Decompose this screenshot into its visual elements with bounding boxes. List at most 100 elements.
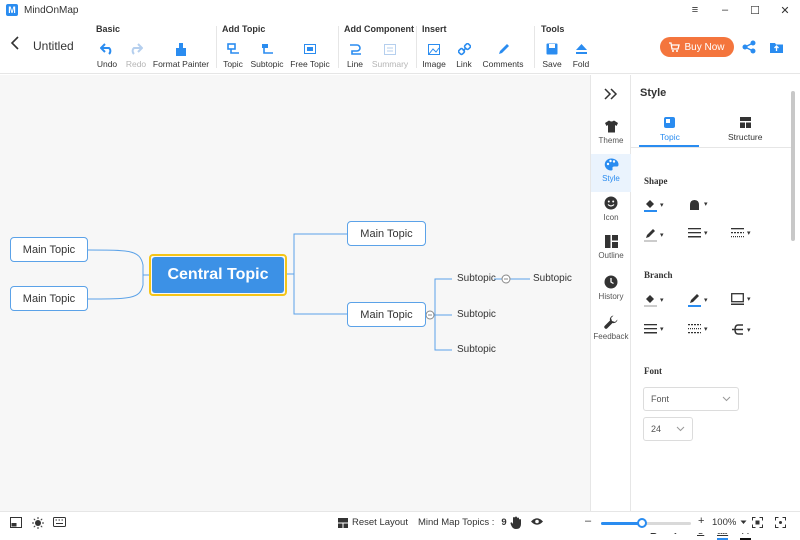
mind-map-canvas[interactable]: Main Topic Main Topic Central Topic Main… (0, 75, 590, 511)
toolbar-divider (338, 26, 339, 68)
reset-layout-button[interactable]: Reset Layout (338, 517, 408, 528)
sidebar-item-theme[interactable]: Theme (591, 118, 631, 154)
theme-mode-icon[interactable] (32, 517, 44, 529)
subtopic-node[interactable]: Subtopic (457, 344, 496, 355)
branch-line-color-dropdown[interactable]: ▾ (688, 293, 708, 307)
save-label: Save (542, 59, 562, 69)
connector-icon (732, 324, 743, 335)
zoom-level-dropdown[interactable]: 100% (712, 517, 747, 528)
zoom-in-button[interactable]: + (698, 515, 704, 527)
line-button[interactable]: Line (344, 42, 366, 69)
add-component-group-label: Add Component (344, 24, 414, 34)
branch-line-style-dropdown[interactable]: ▾ (688, 324, 708, 334)
font-family-value: Font (651, 394, 670, 404)
save-button[interactable]: Save (541, 42, 563, 69)
summary-button[interactable]: Summary (372, 42, 408, 69)
main-topic-node[interactable]: Main Topic (10, 237, 88, 262)
fold-label: Fold (572, 59, 590, 69)
tab-structure-label: Structure (728, 132, 763, 142)
app-logo-icon: M (6, 4, 18, 16)
branch-border-dropdown[interactable]: ▾ (731, 293, 751, 305)
zoom-out-button[interactable]: – (585, 515, 591, 527)
fullscreen-icon[interactable] (775, 517, 786, 528)
link-button[interactable]: Link (454, 42, 474, 69)
buy-now-button[interactable]: Buy Now (660, 37, 734, 57)
topic-button[interactable]: Topic (222, 42, 244, 69)
comments-label: Comments (482, 59, 524, 69)
collapse-panel-icon[interactable] (603, 87, 619, 105)
shape-icon (690, 200, 699, 210)
image-button[interactable]: Image (422, 42, 446, 69)
font-size-select[interactable]: 24 (643, 417, 693, 441)
subtopic-node[interactable]: Subtopic (457, 273, 496, 284)
format-painter-button[interactable]: Format Painter (152, 42, 210, 69)
main-topic-node[interactable]: Main Topic (10, 286, 88, 311)
zoom-slider[interactable] (601, 518, 691, 528)
branch-connector-dropdown[interactable]: ▾ (731, 324, 751, 335)
share-icon[interactable] (742, 40, 756, 59)
free-topic-icon (304, 42, 316, 56)
zoom-slider-thumb[interactable] (637, 518, 647, 528)
insert-group: Insert Image Link Comments (422, 24, 524, 70)
main-topic-node[interactable]: Main Topic (347, 302, 426, 327)
sidebar-item-style[interactable]: Style (591, 154, 631, 192)
tab-structure[interactable]: Structure (728, 117, 763, 142)
maximize-button[interactable]: ☐ (740, 0, 770, 20)
undo-button[interactable]: Undo (96, 42, 118, 69)
document-title[interactable]: Untitled (33, 39, 74, 53)
menu-button[interactable]: ≡ (680, 0, 710, 20)
palette-icon (604, 158, 618, 171)
sidebar-item-history[interactable]: History (591, 275, 631, 311)
sidebar-item-label: Outline (598, 251, 624, 260)
redo-button[interactable]: Redo (125, 42, 147, 69)
fill-bucket-icon (644, 295, 657, 307)
topic-count-label: Mind Map Topics : (418, 517, 495, 528)
shape-fill-dropdown[interactable]: ▾ (644, 198, 664, 212)
comments-button[interactable]: Comments (482, 42, 524, 69)
sidebar-item-outline[interactable]: Outline (591, 235, 631, 271)
tools-group-label: Tools (541, 24, 565, 34)
sidebar-item-label: Style (602, 174, 620, 183)
redo-icon (129, 42, 143, 56)
free-topic-button[interactable]: Free Topic (290, 42, 330, 69)
branch-line-width-dropdown[interactable]: ▾ (644, 324, 664, 334)
panel-scrollbar[interactable] (791, 91, 795, 241)
back-icon[interactable] (10, 36, 20, 55)
sidebar-item-icon[interactable]: Icon (591, 196, 631, 232)
subtopic-node[interactable]: Subtopic (533, 273, 572, 284)
font-family-select[interactable]: Font (643, 387, 739, 411)
chevron-down-icon (722, 396, 731, 402)
branch-section-title: Branch (644, 270, 673, 280)
format-painter-label: Format Painter (152, 59, 210, 69)
tab-topic[interactable]: Topic (660, 117, 680, 142)
preview-eye-icon[interactable] (531, 517, 543, 526)
branch-fill-dropdown[interactable]: ▾ (644, 293, 664, 307)
fold-button[interactable]: Fold (570, 42, 592, 69)
minimize-button[interactable]: – (710, 0, 740, 20)
title-bar: M MindOnMap ≡ – ☐ ✕ (0, 0, 800, 20)
sidebar-item-feedback[interactable]: Feedback (591, 315, 631, 351)
save-icon (546, 42, 558, 56)
hand-tool-icon[interactable] (510, 516, 522, 529)
subtopic-button[interactable]: Subtopic (250, 42, 284, 69)
tools-group: Tools Save Fold (541, 24, 592, 70)
pen-icon (644, 229, 657, 242)
clock-icon (604, 275, 618, 289)
main-topic-node[interactable]: Main Topic (347, 221, 426, 246)
shape-border-color-dropdown[interactable]: ▾ (644, 228, 664, 242)
central-topic-node[interactable]: Central Topic (152, 257, 284, 293)
minimap-icon[interactable] (10, 517, 22, 528)
shape-border-width-dropdown[interactable]: ▾ (688, 228, 708, 238)
style-panel: Style Topic Structure Shape ▾ ▾ ▾ ▾ ▾ Br… (631, 75, 800, 540)
add-topic-group-label: Add Topic (222, 24, 266, 34)
link-label: Link (456, 59, 472, 69)
export-icon[interactable] (769, 40, 784, 59)
close-button[interactable]: ✕ (770, 0, 800, 20)
keyboard-icon[interactable] (53, 517, 66, 527)
subtopic-node[interactable]: Subtopic (457, 309, 496, 320)
zoom-level-value: 100% (712, 517, 737, 528)
shape-style-dropdown[interactable]: ▾ (688, 198, 708, 210)
fit-to-screen-icon[interactable] (752, 517, 763, 528)
toolbar-divider (416, 26, 417, 68)
shape-border-style-dropdown[interactable]: ▾ (731, 228, 751, 238)
